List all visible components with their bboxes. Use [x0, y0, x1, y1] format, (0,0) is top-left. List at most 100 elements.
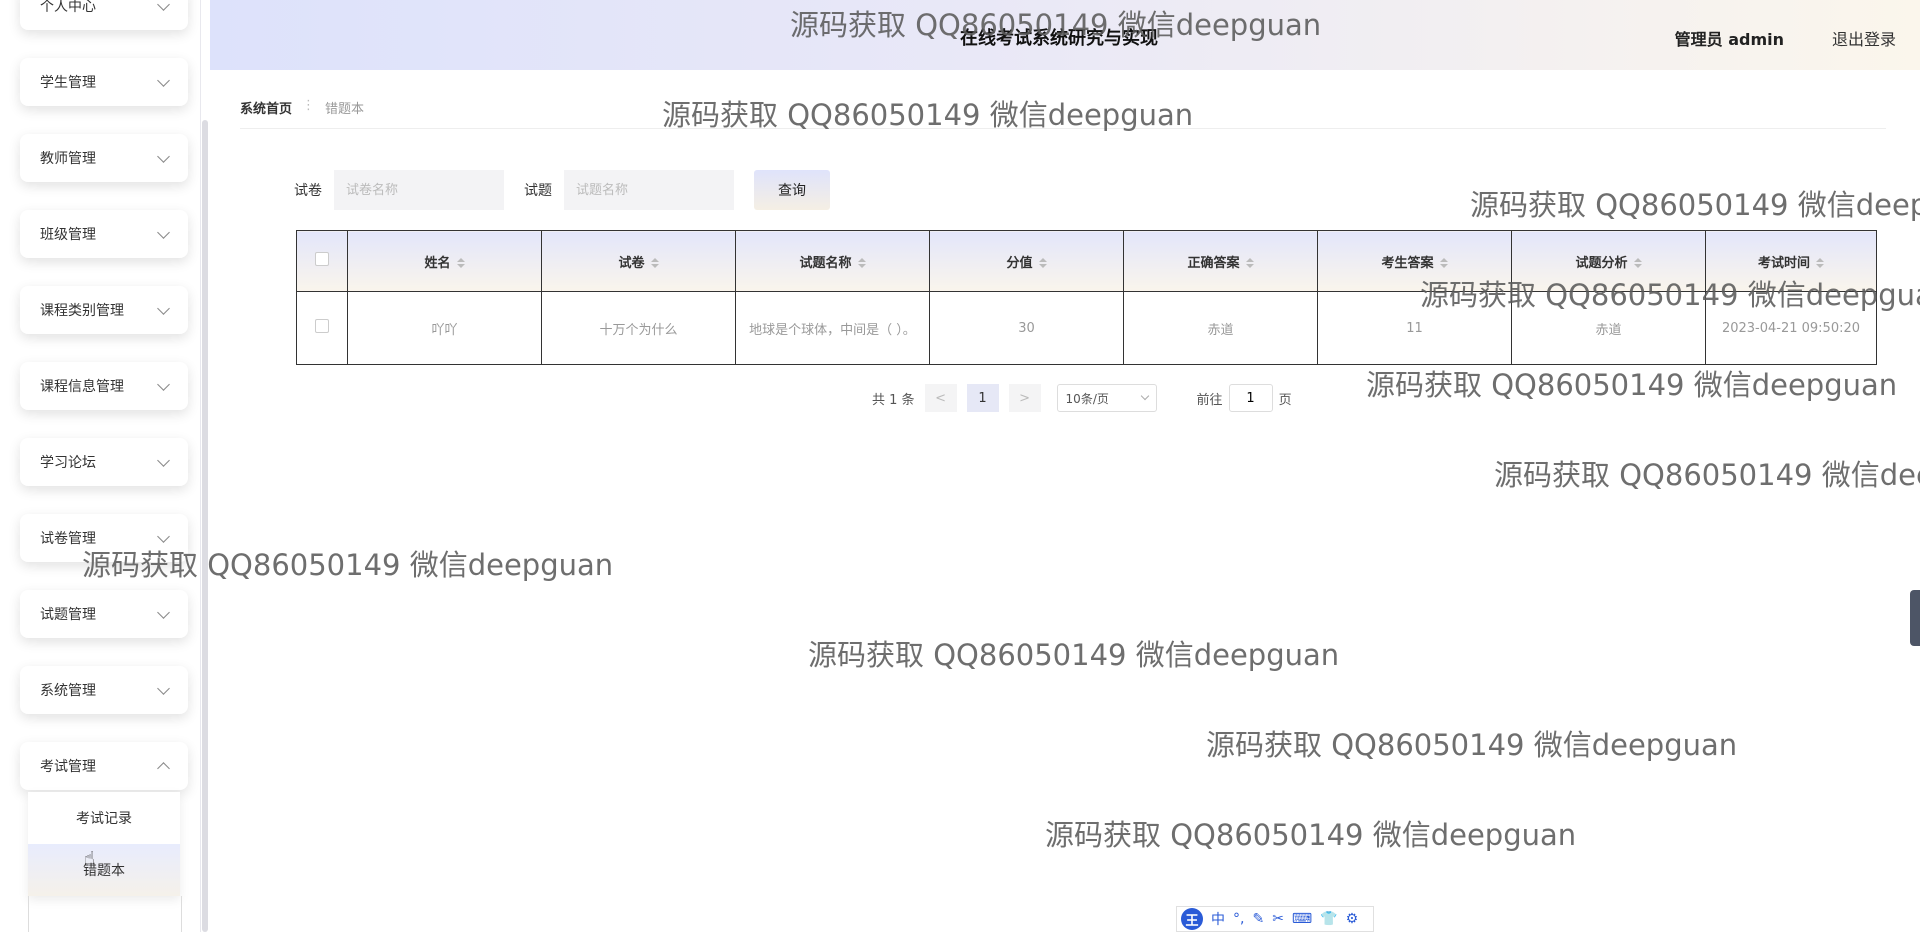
ime-toolbar: 王 中 °, ✎ ✂ ⌨ 👕 ⚙	[1176, 906, 1374, 932]
page-size-select[interactable]: 10条/页	[1056, 384, 1157, 412]
column-header[interactable]: 分值	[929, 230, 1124, 292]
watermark-text: 源码获取 QQ86050149 微信deepguan	[1366, 368, 1898, 402]
sidebar-item-teachers[interactable]: 教师管理	[20, 134, 188, 182]
row-select-cell	[296, 291, 348, 365]
next-page-button[interactable]: >	[1008, 384, 1041, 412]
chevron-down-icon	[1140, 391, 1149, 401]
watermark-text: 源码获取 QQ86050149 微信deepguan	[1206, 728, 1738, 762]
ime-skin-icon[interactable]: 👕	[1320, 911, 1337, 927]
search-bar: 试卷 试题 查询	[294, 170, 830, 210]
table-row: 吖吖 十万个为什么 地球是个球体，中间是（ ）。 30 赤道 11 赤道 202…	[296, 291, 1877, 365]
sidebar-scrollbar[interactable]	[202, 120, 208, 932]
table-cell: 赤道	[1511, 291, 1706, 365]
sort-icon[interactable]	[1245, 258, 1254, 268]
table-header-row: 姓名 试卷 试题名称 分值 正确答案 考生答案 试题分析 考试时间	[296, 230, 1877, 292]
column-header-label: 试题分析	[1575, 255, 1628, 271]
select-all-cell	[296, 230, 348, 292]
table-cell: 30	[929, 291, 1124, 365]
ime-settings-icon[interactable]: ⚙	[1346, 911, 1359, 927]
select-all-checkbox[interactable]	[315, 252, 329, 266]
table-cell: 十万个为什么	[541, 291, 736, 365]
sidebar-item-label: 考试管理	[40, 759, 96, 775]
ime-chinese-mode-icon[interactable]: 中	[1211, 909, 1225, 929]
column-header-label: 试题名称	[799, 255, 852, 271]
chevron-down-icon	[157, 529, 170, 543]
sidebar-item-course-categories[interactable]: 课程类别管理	[20, 286, 188, 334]
sidebar-item-course-info[interactable]: 课程信息管理	[20, 362, 188, 410]
watermark-text: 源码获取 QQ86050149 微信deepguan	[808, 638, 1340, 672]
column-header[interactable]: 考生答案	[1317, 230, 1512, 292]
sort-icon[interactable]	[1038, 258, 1047, 268]
table-cell: 吖吖	[347, 291, 542, 365]
sidebar-item-label: 学生管理	[40, 75, 96, 91]
sidebar-item-papers[interactable]: 试卷管理	[20, 514, 188, 562]
sort-icon[interactable]	[857, 258, 866, 268]
sidebar-item-label: 教师管理	[40, 151, 96, 167]
column-header[interactable]: 试题分析	[1511, 230, 1706, 292]
column-header[interactable]: 姓名	[347, 230, 542, 292]
column-header[interactable]: 试题名称	[735, 230, 930, 292]
watermark-text: 源码获取 QQ86050149 微信deepguan	[1494, 458, 1920, 492]
question-search-input[interactable]	[564, 170, 734, 210]
page-size-value: 10条/页	[1065, 391, 1109, 406]
chevron-down-icon	[157, 301, 170, 315]
column-header-label: 试卷	[618, 255, 645, 271]
side-panel-handle[interactable]	[1910, 590, 1920, 646]
column-header[interactable]: 正确答案	[1123, 230, 1318, 292]
sidebar-item-label: 学习论坛	[40, 455, 96, 471]
table-cell: 赤道	[1123, 291, 1318, 365]
sidebar-item-exams[interactable]: 考试管理	[20, 742, 188, 790]
table-cell: 2023-04-21 09:50:20	[1705, 291, 1877, 365]
table-cell: 11	[1317, 291, 1512, 365]
ime-logo-icon[interactable]: 王	[1181, 908, 1203, 930]
chevron-down-icon	[157, 149, 170, 163]
paper-search-input[interactable]	[334, 170, 504, 210]
sidebar-item-label: 班级管理	[40, 227, 96, 243]
sidebar-item-label: 试卷管理	[40, 531, 96, 547]
column-header-label: 分值	[1006, 255, 1033, 271]
column-header[interactable]: 试卷	[541, 230, 736, 292]
prev-page-button[interactable]: <	[924, 384, 957, 412]
sidebar-item-system[interactable]: 系统管理	[20, 666, 188, 714]
sidebar-item-label: 试题管理	[40, 607, 96, 623]
breadcrumb: 系统首页 ⋮ 错题本	[240, 98, 1886, 129]
sort-icon[interactable]	[1816, 258, 1824, 268]
row-checkbox[interactable]	[315, 319, 329, 333]
column-header[interactable]: 考试时间	[1705, 230, 1877, 292]
ime-screenshot-icon[interactable]: ✂	[1272, 911, 1284, 927]
chevron-down-icon	[157, 681, 170, 695]
top-header: 在线考试系统研究与实现 管理员 admin 退出登录	[210, 0, 1920, 70]
chevron-down-icon	[157, 225, 170, 239]
sidebar-item-classes[interactable]: 班级管理	[20, 210, 188, 258]
submenu-item-exam-records[interactable]: 考试记录	[28, 792, 180, 844]
chevron-down-icon	[157, 73, 170, 87]
sidebar-item-profile[interactable]: 个人中心	[20, 0, 188, 30]
sort-icon[interactable]	[1439, 258, 1448, 268]
sidebar: 个人中心 学生管理 教师管理 班级管理 课程类别管理 课程信息管理 学习论坛 试…	[0, 0, 201, 932]
logout-link[interactable]: 退出登录	[1832, 26, 1896, 50]
sidebar-item-forum[interactable]: 学习论坛	[20, 438, 188, 486]
column-header-label: 姓名	[424, 255, 451, 271]
breadcrumb-current: 错题本	[325, 102, 365, 117]
submenu-item-wrong-questions[interactable]: 错题本	[28, 844, 180, 896]
sort-icon[interactable]	[456, 258, 465, 268]
sidebar-item-students[interactable]: 学生管理	[20, 58, 188, 106]
sort-icon[interactable]	[650, 258, 659, 268]
ime-handwriting-icon[interactable]: ✎	[1252, 911, 1264, 927]
chevron-down-icon	[157, 605, 170, 619]
query-button[interactable]: 查询	[754, 170, 830, 210]
ime-keyboard-icon[interactable]: ⌨	[1292, 911, 1312, 927]
chevron-up-icon	[157, 761, 170, 775]
sidebar-item-questions[interactable]: 试题管理	[20, 590, 188, 638]
breadcrumb-home[interactable]: 系统首页	[240, 98, 292, 128]
goto-page-input[interactable]	[1228, 384, 1273, 412]
watermark-text: 源码获取 QQ86050149 微信deepguan	[1045, 818, 1577, 852]
chevron-down-icon	[157, 0, 170, 11]
goto-label: 前往	[1196, 392, 1223, 408]
question-label: 试题	[524, 183, 552, 199]
sort-icon[interactable]	[1633, 258, 1642, 268]
ime-punctuation-icon[interactable]: °,	[1233, 911, 1244, 927]
pagination-total: 共 1 条	[872, 392, 915, 408]
page-number-button[interactable]: 1	[966, 384, 999, 412]
sidebar-item-label: 系统管理	[40, 683, 96, 699]
